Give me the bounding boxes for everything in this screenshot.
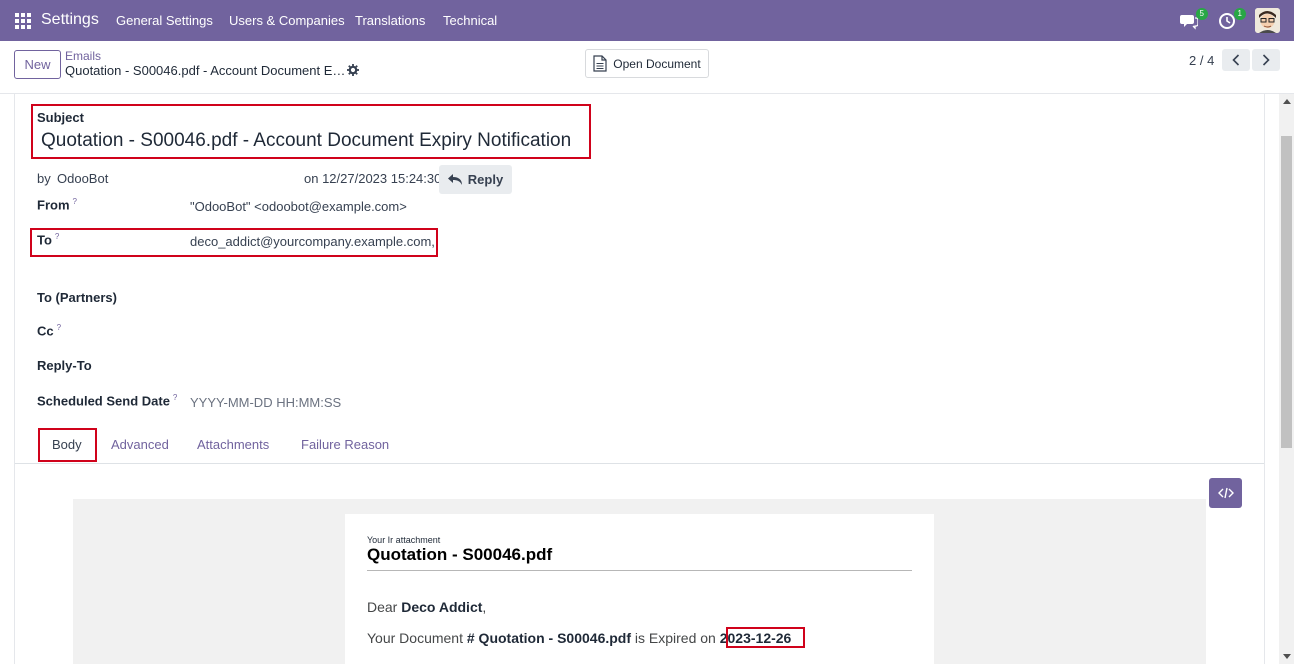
control-panel: New Emails Quotation - S00046.pdf - Acco… bbox=[0, 41, 1294, 94]
reply-button[interactable]: Reply bbox=[439, 165, 512, 194]
to-help-icon: ? bbox=[54, 232, 60, 241]
reply-to-label: Reply-To bbox=[37, 358, 92, 373]
reply-arrow-icon bbox=[447, 174, 462, 185]
scheduled-date-label: Scheduled Send Date? bbox=[37, 393, 178, 409]
messages-badge: 5 bbox=[1195, 8, 1208, 20]
from-label: From? bbox=[37, 197, 77, 213]
email-greeting: Dear Deco Addict, bbox=[367, 599, 487, 615]
email-divider bbox=[367, 570, 912, 571]
tab-attachments[interactable]: Attachments bbox=[197, 437, 269, 452]
new-button[interactable]: New bbox=[14, 50, 61, 79]
open-document-label: Open Document bbox=[613, 56, 701, 71]
chevron-left-icon bbox=[1232, 54, 1240, 66]
code-view-button[interactable] bbox=[1209, 478, 1242, 508]
email-title: Quotation - S00046.pdf bbox=[367, 545, 553, 564]
scroll-thumb[interactable] bbox=[1281, 136, 1292, 448]
cc-label: Cc? bbox=[37, 323, 62, 339]
menu-technical[interactable]: Technical bbox=[443, 13, 497, 28]
pager-value[interactable]: 2 / 4 bbox=[1189, 53, 1214, 68]
expiry-date-highlight bbox=[726, 627, 805, 648]
document-icon bbox=[593, 55, 607, 72]
to-partners-label: To (Partners) bbox=[37, 290, 117, 305]
to-label: To? bbox=[37, 232, 60, 248]
pager-previous-button[interactable] bbox=[1222, 49, 1250, 71]
cc-help-icon: ? bbox=[56, 323, 62, 332]
body-tab-highlight bbox=[38, 428, 97, 462]
open-document-button[interactable]: Open Document bbox=[585, 49, 709, 78]
scrollbar[interactable] bbox=[1279, 94, 1294, 664]
email-small-header: Your Ir attachment bbox=[367, 535, 441, 545]
subject-label: Subject bbox=[37, 110, 84, 125]
sent-date: on 12/27/2023 15:24:30 bbox=[304, 171, 442, 186]
apps-menu-icon[interactable] bbox=[15, 13, 31, 29]
scroll-up-arrow[interactable] bbox=[1283, 99, 1291, 104]
author-prefix: by bbox=[37, 171, 51, 186]
tab-advanced[interactable]: Advanced bbox=[111, 437, 169, 452]
pager-next-button[interactable] bbox=[1252, 49, 1280, 71]
activities-badge: 1 bbox=[1233, 8, 1246, 20]
gear-icon[interactable] bbox=[347, 64, 359, 76]
author-name[interactable]: OdooBot bbox=[57, 171, 108, 186]
from-field[interactable]: "OdooBot" <odoobot@example.com> bbox=[190, 199, 407, 214]
menu-general-settings[interactable]: General Settings bbox=[116, 13, 213, 28]
messages-button[interactable]: 5 bbox=[1180, 8, 1208, 32]
avatar-face-icon bbox=[1255, 8, 1280, 33]
reply-label: Reply bbox=[467, 172, 504, 187]
code-icon bbox=[1217, 487, 1234, 499]
menu-translations[interactable]: Translations bbox=[355, 13, 425, 28]
to-field[interactable]: deco_addict@yourcompany.example.com, bbox=[190, 234, 435, 249]
scroll-down-arrow[interactable] bbox=[1283, 654, 1291, 659]
user-avatar[interactable] bbox=[1255, 8, 1280, 33]
tab-failure-reason[interactable]: Failure Reason bbox=[301, 437, 389, 452]
subject-field[interactable]: Quotation - S00046.pdf - Account Documen… bbox=[41, 130, 571, 152]
menu-users-companies[interactable]: Users & Companies bbox=[229, 13, 345, 28]
notebook-tabs: Body Advanced Attachments Failure Reason bbox=[15, 427, 1264, 464]
from-help-icon: ? bbox=[72, 197, 77, 206]
top-navbar: Settings General Settings Users & Compan… bbox=[0, 0, 1294, 41]
app-brand[interactable]: Settings bbox=[41, 11, 99, 29]
scheduled-help-icon: ? bbox=[172, 393, 178, 402]
chevron-right-icon bbox=[1262, 54, 1270, 66]
breadcrumb-emails[interactable]: Emails bbox=[65, 49, 101, 63]
activities-button[interactable]: 1 bbox=[1218, 8, 1246, 32]
breadcrumb-current: Quotation - S00046.pdf - Account Documen… bbox=[65, 63, 346, 78]
scheduled-date-input[interactable]: YYYY-MM-DD HH:MM:SS bbox=[190, 395, 341, 410]
